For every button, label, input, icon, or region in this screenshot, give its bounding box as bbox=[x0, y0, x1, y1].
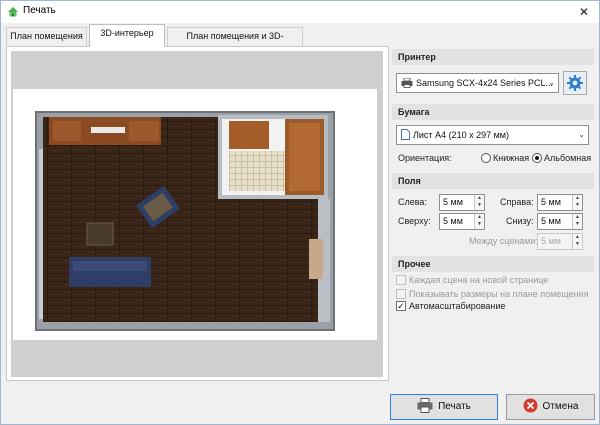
show-sizes-label: Показывать размеры на плане помещения bbox=[409, 289, 589, 299]
tab-floor-plan[interactable]: План помещения bbox=[6, 27, 87, 46]
between-scenes-label: Между сценами: bbox=[469, 236, 539, 246]
cancel-button-label: Отмена bbox=[542, 401, 579, 412]
landscape-radio[interactable] bbox=[532, 153, 542, 163]
tab-3d-interior[interactable]: 3D-интерьер bbox=[89, 24, 165, 47]
margins-group-header: Поля bbox=[392, 173, 594, 189]
window-title: Печать bbox=[23, 5, 56, 16]
between-scenes-stepper[interactable]: 5 мм ▲ ▼ bbox=[537, 233, 583, 250]
top-margin-stepper[interactable]: 5 мм ▲ ▼ bbox=[439, 213, 485, 230]
app-home-icon bbox=[8, 7, 18, 17]
right-margin-label: Справа: bbox=[500, 197, 534, 207]
settings-panel: Принтер Samsung SCX-4x24 Series PCL... ⌄ bbox=[392, 46, 594, 381]
print-button-label: Печать bbox=[438, 401, 471, 412]
print-button[interactable]: Печать bbox=[390, 394, 498, 420]
paper-group-header: Бумага bbox=[392, 104, 594, 120]
stepper-arrows-icon[interactable]: ▲ ▼ bbox=[572, 195, 582, 210]
bottom-margin-stepper[interactable]: 5 мм ▲ ▼ bbox=[537, 213, 583, 230]
gear-icon bbox=[567, 75, 583, 91]
right-margin-value: 5 мм bbox=[541, 197, 561, 207]
show-sizes-checkbox[interactable] bbox=[396, 289, 406, 299]
printer-icon bbox=[417, 398, 433, 413]
page-icon bbox=[401, 129, 410, 140]
left-margin-stepper[interactable]: 5 мм ▲ ▼ bbox=[439, 194, 485, 211]
paper-size-select[interactable]: Лист A4 (210 x 297 мм) ⌄ bbox=[396, 125, 589, 145]
between-scenes-value: 5 мм bbox=[541, 236, 561, 246]
paper-size-value: Лист A4 (210 x 297 мм) bbox=[413, 130, 509, 140]
landscape-label: Альбомная bbox=[544, 153, 592, 163]
print-dialog: Печать ✕ План помещения 3D-интерьер План… bbox=[0, 0, 600, 425]
title-bar: Печать ✕ bbox=[1, 1, 599, 23]
stepper-arrows-icon[interactable]: ▲ ▼ bbox=[572, 234, 582, 249]
top-margin-value: 5 мм bbox=[443, 216, 463, 226]
stepper-arrows-icon[interactable]: ▲ ▼ bbox=[572, 214, 582, 229]
bottom-margin-label: Снизу: bbox=[506, 216, 534, 226]
cancel-icon bbox=[523, 398, 538, 413]
printer-group-header: Принтер bbox=[392, 49, 594, 65]
bottom-margin-value: 5 мм bbox=[541, 216, 561, 226]
portrait-radio[interactable] bbox=[481, 153, 491, 163]
each-scene-checkbox[interactable] bbox=[396, 275, 406, 285]
orientation-label: Ориентация: bbox=[398, 153, 452, 163]
chevron-down-icon: ⌄ bbox=[578, 130, 585, 139]
left-margin-label: Слева: bbox=[398, 197, 427, 207]
printer-name: Samsung SCX-4x24 Series PCL... bbox=[416, 78, 554, 88]
printer-icon bbox=[401, 78, 413, 88]
other-group-header: Прочее bbox=[392, 256, 594, 272]
right-margin-stepper[interactable]: 5 мм ▲ ▼ bbox=[537, 194, 583, 211]
stepper-arrows-icon[interactable]: ▲ ▼ bbox=[474, 214, 484, 229]
autoscale-label: Автомасштабирование bbox=[409, 301, 506, 311]
autoscale-checkbox[interactable]: ✓ bbox=[396, 301, 406, 311]
top-margin-label: Сверху: bbox=[398, 216, 431, 226]
tab-plan-and-3d[interactable]: План помещения и 3D-интерьер bbox=[167, 27, 303, 58]
left-margin-value: 5 мм bbox=[443, 197, 463, 207]
printer-select[interactable]: Samsung SCX-4x24 Series PCL... ⌄ bbox=[396, 73, 559, 93]
room-3d-render bbox=[35, 111, 335, 331]
close-button[interactable]: ✕ bbox=[573, 2, 595, 22]
chevron-down-icon: ⌄ bbox=[548, 78, 555, 87]
stepper-arrows-icon[interactable]: ▲ ▼ bbox=[474, 195, 484, 210]
printer-settings-button[interactable] bbox=[563, 71, 587, 95]
each-scene-label: Каждая сцена на новой странице bbox=[409, 275, 549, 285]
preview-page bbox=[13, 89, 377, 340]
cancel-button[interactable]: Отмена bbox=[506, 394, 595, 420]
portrait-label: Книжная bbox=[493, 153, 530, 163]
